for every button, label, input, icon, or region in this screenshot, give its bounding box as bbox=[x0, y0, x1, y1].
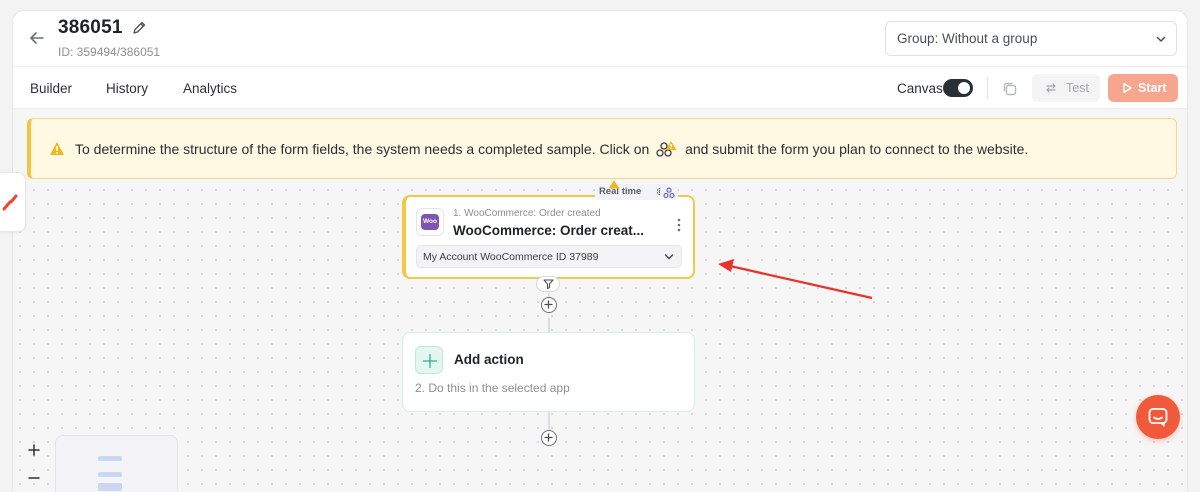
header: 386051 ID: 359494/386051 Group: Without … bbox=[13, 11, 1187, 67]
woocommerce-logo: Woo bbox=[416, 208, 444, 236]
builder-window: 386051 ID: 359494/386051 Group: Without … bbox=[12, 10, 1188, 492]
filter-icon bbox=[543, 279, 554, 289]
chat-icon bbox=[1148, 408, 1168, 427]
zoom-controls bbox=[18, 435, 50, 492]
webhook-badge[interactable] bbox=[660, 186, 678, 200]
account-select[interactable]: My Account WooCommerce ID 37989 bbox=[416, 245, 682, 268]
warning-triangle-icon bbox=[608, 180, 620, 189]
filter-button[interactable] bbox=[536, 276, 560, 292]
plus-icon bbox=[422, 353, 438, 369]
toolbar-divider bbox=[987, 77, 988, 99]
chevron-down-icon bbox=[1156, 36, 1166, 42]
tab-builder[interactable]: Builder bbox=[30, 81, 72, 96]
webhook-icon bbox=[663, 187, 675, 199]
zoom-in-button[interactable] bbox=[18, 437, 50, 463]
start-button-label: Start bbox=[1138, 81, 1167, 95]
minimap-node bbox=[98, 472, 122, 477]
warning-text-before: To determine the structure of the form f… bbox=[75, 141, 650, 157]
tab-analytics[interactable]: Analytics bbox=[183, 81, 237, 96]
add-step-button[interactable] bbox=[541, 430, 557, 446]
canvas-label: Canvas bbox=[897, 81, 943, 96]
plus-icon bbox=[544, 433, 553, 442]
trigger-title: WooCommerce: Order creat... bbox=[453, 223, 645, 238]
add-action-card[interactable]: Add action 2. Do this in the selected ap… bbox=[402, 332, 695, 412]
minimap-node bbox=[98, 483, 122, 491]
back-arrow-icon[interactable] bbox=[27, 28, 47, 48]
warning-banner: To determine the structure of the form f… bbox=[27, 118, 1177, 179]
tabs-bar: Builder History Analytics Canvas Test St… bbox=[13, 67, 1187, 109]
minimap[interactable] bbox=[55, 435, 178, 492]
add-action-icon bbox=[415, 346, 443, 374]
warning-text-after: and submit the form you plan to connect … bbox=[685, 141, 1029, 157]
add-step-button[interactable] bbox=[541, 297, 557, 313]
group-select[interactable]: Group: Without a group bbox=[885, 21, 1177, 56]
copy-icon[interactable] bbox=[1001, 80, 1019, 98]
canvas-toggle[interactable] bbox=[943, 79, 973, 97]
trigger-card[interactable]: Woo 1. WooCommerce: Order created WooCom… bbox=[402, 195, 695, 279]
warning-triangle-icon bbox=[50, 142, 64, 155]
minimap-node bbox=[98, 456, 122, 461]
page-title: 386051 bbox=[58, 17, 123, 38]
tab-history[interactable]: History bbox=[106, 81, 148, 96]
realtime-badge[interactable]: Real time bbox=[595, 184, 669, 200]
minus-icon bbox=[28, 477, 40, 479]
add-action-subtitle: 2. Do this in the selected app bbox=[415, 381, 570, 395]
side-logo-tab[interactable] bbox=[0, 172, 26, 232]
trigger-step-label: 1. WooCommerce: Order created bbox=[453, 208, 601, 219]
plus-icon bbox=[28, 444, 40, 456]
connector-line bbox=[548, 412, 550, 430]
chevron-down-icon bbox=[664, 254, 674, 260]
swap-arrows-icon bbox=[1046, 83, 1056, 93]
pencil-icon[interactable] bbox=[131, 20, 147, 36]
play-icon bbox=[1123, 82, 1132, 94]
chat-button[interactable] bbox=[1136, 395, 1180, 439]
scenario-id: ID: 359494/386051 bbox=[58, 45, 161, 59]
group-select-value: Group: Without a group bbox=[897, 31, 1038, 46]
test-button[interactable]: Test bbox=[1032, 74, 1100, 102]
connector-line bbox=[548, 318, 550, 333]
toggle-knob bbox=[958, 82, 970, 94]
webhook-warning-icon bbox=[656, 141, 677, 157]
more-options-icon[interactable] bbox=[673, 217, 685, 233]
zoom-out-button[interactable] bbox=[18, 465, 50, 491]
start-button[interactable]: Start bbox=[1108, 74, 1178, 102]
warning-text: To determine the structure of the form f… bbox=[75, 140, 1028, 158]
account-select-value: My Account WooCommerce ID 37989 bbox=[423, 251, 599, 263]
test-button-label: Test bbox=[1066, 81, 1089, 95]
woo-logo-icon: Woo bbox=[421, 214, 439, 230]
add-action-title: Add action bbox=[454, 352, 524, 367]
brand-logo-icon bbox=[2, 194, 18, 211]
realtime-badge-label: Real time bbox=[599, 186, 642, 197]
plus-icon bbox=[544, 300, 553, 309]
